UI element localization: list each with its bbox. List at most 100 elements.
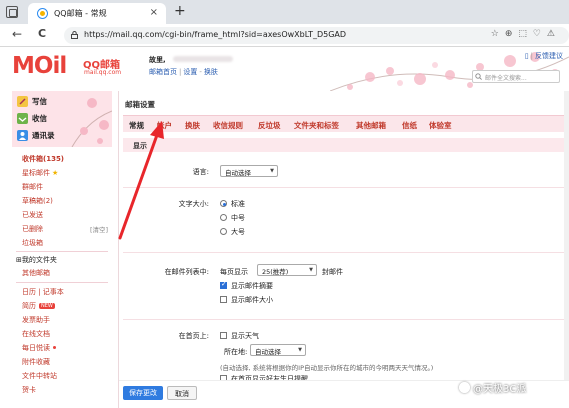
chevron-down-icon: ▼: [298, 347, 302, 353]
back-button[interactable]: ←: [12, 27, 22, 41]
per-page-select[interactable]: 25(推荐) ▼: [257, 264, 317, 276]
address-bar-icons[interactable]: ☆⊕⬚♡⚠: [491, 29, 561, 39]
sidebar: 写信 收信 通讯录 收件箱(135) 星标邮件 ★ 群邮件 草稿箱(2) 已发送 …: [12, 91, 112, 408]
sidebar-divider: [16, 282, 108, 283]
show-summary-label: 显示邮件摘要: [231, 282, 273, 290]
tab-folders-labels[interactable]: 文件夹和标签: [294, 120, 339, 131]
app-docs[interactable]: 在线文档: [22, 329, 50, 339]
link-mail-home[interactable]: 邮箱首页: [149, 68, 177, 76]
language-select[interactable]: 自动选择 ▼: [220, 165, 278, 177]
close-tab-icon[interactable]: ×: [150, 7, 158, 18]
font-size-medium: 中号: [231, 214, 245, 222]
app-resume[interactable]: 简历 NEW: [22, 301, 55, 311]
other-mailbox[interactable]: 其他邮箱: [22, 268, 50, 278]
new-badge: NEW: [39, 303, 55, 309]
app-invoice[interactable]: 发票助手: [22, 315, 50, 325]
clear-deleted-link[interactable]: [清空]: [90, 224, 108, 234]
folder-drafts[interactable]: 草稿箱(2): [22, 196, 53, 206]
settings-panel: 邮箱设置 常规 帐户 换肤 收信规则 反垃圾 文件夹和标签 其他邮箱 信纸 体验…: [118, 91, 569, 408]
cancel-button[interactable]: 取消: [167, 386, 197, 400]
location-select[interactable]: 自动选择 ▼: [250, 344, 306, 356]
watermark-logo-icon: [459, 382, 470, 393]
header-links: 邮箱首页 | 设置 - 换肤: [149, 68, 218, 76]
font-size-large: 大号: [231, 228, 245, 236]
receive-label: 收信: [32, 114, 47, 123]
tab-anti-spam[interactable]: 反垃圾: [258, 120, 281, 131]
feedback-link[interactable]: 反馈建议: [535, 52, 563, 60]
language-label: 语言:: [192, 168, 209, 176]
reload-button[interactable]: C: [38, 27, 46, 40]
location-hint: (自动选择, 系统将根据你的IP自动显示你所在的城市的今明两天天气情况。): [220, 364, 434, 372]
tab-lab[interactable]: 体验室: [429, 120, 452, 131]
compose-button[interactable]: 写信: [17, 95, 75, 108]
unread-dot: [53, 346, 56, 349]
link-skin[interactable]: 换肤: [204, 68, 218, 76]
row-divider: [123, 187, 569, 188]
star-icon: ★: [52, 169, 59, 177]
greeting: 故里,: [149, 56, 166, 64]
url-text: https://mail.qq.com/cgi-bin/frame_html?s…: [84, 30, 347, 39]
contacts-label: 通讯录: [32, 131, 55, 140]
tab-other-mailbox[interactable]: 其他邮箱: [356, 120, 386, 131]
inbox-icon: [17, 113, 28, 124]
folder-inbox[interactable]: 收件箱(135): [22, 154, 64, 164]
home-label: 在首页上:: [178, 332, 209, 340]
tab-general[interactable]: 常规: [129, 120, 144, 131]
show-weather-label: 显示天气: [231, 332, 259, 340]
per-page-prefix: 每页显示: [220, 268, 248, 276]
top-right-links: ▯ | 反馈建议: [524, 52, 563, 60]
tab-skin[interactable]: 换肤: [185, 120, 200, 131]
app-calendar-notes[interactable]: 日历 | 记事本: [22, 287, 64, 297]
show-weather-checkbox[interactable]: [220, 332, 227, 339]
row-divider: [123, 252, 569, 253]
logo-text[interactable]: MOil: [12, 53, 67, 79]
lock-icon: [71, 31, 78, 39]
font-size-large-radio[interactable]: [220, 228, 227, 235]
mail-list-label: 在邮件列表中:: [164, 268, 209, 276]
sidebar-divider: [16, 251, 108, 252]
browser-tab[interactable]: QQ邮箱 - 常规 ×: [28, 3, 166, 24]
folder-starred[interactable]: 星标邮件 ★: [22, 168, 58, 178]
address-bar[interactable]: https://mail.qq.com/cgi-bin/frame_html?s…: [64, 27, 569, 44]
row-divider: [123, 319, 569, 320]
search-placeholder: 邮件全文搜索...: [485, 75, 527, 82]
tab-actions-icon[interactable]: [6, 6, 18, 18]
location-label: 所在地:: [224, 348, 248, 356]
folder-sent[interactable]: 已发送: [22, 210, 43, 220]
watermark: @天极3C派: [459, 380, 526, 395]
show-summary-checkbox[interactable]: [220, 280, 227, 289]
font-size-standard-radio[interactable]: [220, 200, 227, 207]
save-button[interactable]: 保存更改: [123, 386, 163, 400]
qq-mail-favicon-icon: [37, 8, 48, 19]
receive-button[interactable]: 收信: [17, 112, 75, 125]
app-daily-read[interactable]: 每日悦读: [22, 343, 56, 353]
font-size-medium-radio[interactable]: [220, 214, 227, 221]
folder-group[interactable]: 群邮件: [22, 182, 43, 192]
folder-deleted[interactable]: 已删除: [22, 224, 43, 234]
tab-account[interactable]: 帐户: [157, 120, 172, 131]
settings-tabs: 常规 帐户 换肤 收信规则 反垃圾 文件夹和标签 其他邮箱 信纸 体验室: [123, 115, 569, 132]
app-file-transfer[interactable]: 文件中转站: [22, 371, 57, 381]
app-attachments[interactable]: 附件收藏: [22, 357, 50, 367]
show-size-checkbox[interactable]: [220, 296, 227, 303]
blurred-username: [173, 56, 233, 62]
tab-stationery[interactable]: 信纸: [402, 120, 417, 131]
folder-spam[interactable]: 垃圾箱: [22, 238, 43, 248]
page-title: 邮箱设置: [125, 100, 155, 109]
logo-domain: mail.qq.com: [84, 69, 122, 76]
browser-tab-strip: QQ邮箱 - 常规 × +: [0, 0, 569, 24]
phone-icon[interactable]: ▯: [525, 52, 529, 60]
mail-search-input[interactable]: 邮件全文搜索...: [472, 70, 560, 83]
contacts-button[interactable]: 通讯录: [17, 129, 75, 142]
app-greeting-card[interactable]: 贺卡: [22, 385, 36, 395]
link-settings[interactable]: 设置: [183, 68, 197, 76]
vertical-scrollbar[interactable]: [564, 91, 569, 408]
tab-title: QQ邮箱 - 常规: [54, 9, 107, 18]
mail-header: MOil QQ邮箱 mail.qq.com 故里, 邮箱首页 | 设置 - 换肤 ▯ | 反…: [0, 47, 569, 91]
compose-label: 写信: [32, 97, 47, 106]
my-folders[interactable]: ⊞我的文件夹: [16, 255, 57, 265]
new-tab-button[interactable]: +: [174, 3, 186, 19]
sidebar-actions: 写信 收信 通讯录: [12, 91, 112, 147]
tab-receive-rules[interactable]: 收信规则: [213, 120, 243, 131]
chevron-down-icon: ▼: [309, 267, 313, 273]
